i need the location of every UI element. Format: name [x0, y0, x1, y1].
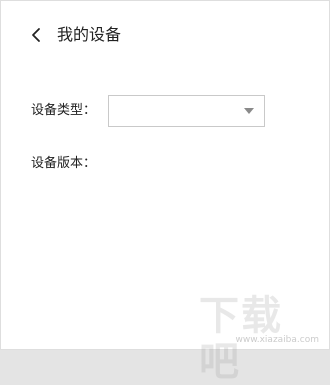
- device-type-label: 设备类型：: [31, 103, 97, 118]
- device-version-label: 设备版本：: [31, 156, 97, 171]
- caret-down-icon: [244, 108, 254, 114]
- page-title: 我的设备: [57, 25, 122, 44]
- header: 我的设备: [1, 19, 330, 51]
- my-devices-panel: 我的设备 设备类型： 设备版本： 下载吧 www.xiazaiba.com: [0, 0, 330, 385]
- chevron-left-icon: [32, 28, 40, 42]
- back-button[interactable]: [27, 25, 47, 45]
- watermark: 下载吧 www.xiazaiba.com: [199, 293, 327, 385]
- device-type-select[interactable]: [108, 95, 265, 127]
- watermark-url: www.xiazaiba.com: [235, 335, 319, 345]
